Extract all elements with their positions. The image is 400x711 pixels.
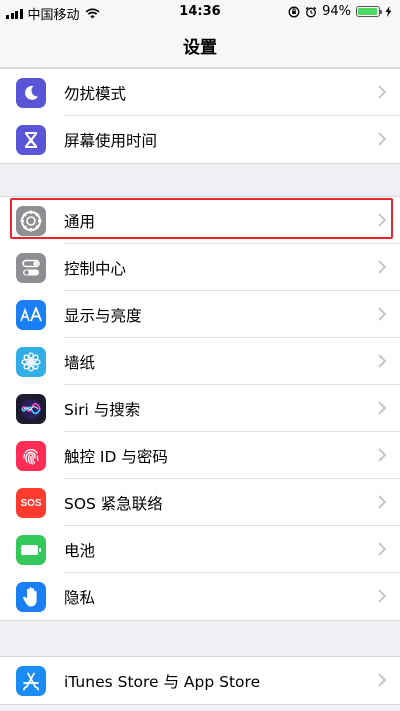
chevron-right-icon (378, 132, 386, 146)
app-store-icon (16, 666, 46, 696)
settings-item-touch-id-passcode[interactable]: 触控 ID 与密码 (0, 432, 400, 479)
hourglass-icon (16, 125, 46, 155)
settings-group-focus: 勿扰模式 屏幕使用时间 (0, 68, 400, 164)
navigation-bar: 设置 (0, 24, 400, 68)
settings-item-label: SOS 紧急联络 (64, 494, 163, 513)
settings-item-label: 电池 (64, 541, 96, 560)
settings-item-label: 勿扰模式 (64, 84, 127, 103)
status-right: 94% (288, 4, 392, 19)
chevron-right-icon (378, 85, 386, 99)
chevron-right-icon (378, 673, 386, 687)
chevron-right-icon (378, 589, 386, 603)
settings-item-label: iTunes Store 与 App Store (64, 672, 261, 691)
sos-icon: SOS (16, 488, 46, 518)
orientation-lock-icon (288, 6, 300, 17)
flower-icon (16, 347, 46, 377)
settings-item-control-center[interactable]: 控制中心 (0, 244, 400, 291)
settings-item-label: 隐私 (64, 588, 96, 607)
sos-icon-text: SOS (20, 497, 42, 509)
settings-item-label: 显示与亮度 (64, 306, 142, 325)
battery-icon (16, 535, 46, 565)
alarm-icon (305, 6, 317, 17)
settings-item-emergency-sos[interactable]: SOS SOS 紧急联络 (0, 479, 400, 526)
chevron-right-icon (378, 260, 386, 274)
settings-item-label: 控制中心 (64, 259, 127, 278)
settings-item-label: Siri 与搜索 (64, 400, 141, 419)
chevron-right-icon (378, 307, 386, 321)
chevron-right-icon (378, 542, 386, 556)
siri-icon (16, 394, 46, 424)
battery-percent: 94% (322, 4, 351, 19)
fingerprint-icon (16, 441, 46, 471)
settings-item-display-brightness[interactable]: 显示与亮度 (0, 291, 400, 338)
hand-icon (16, 582, 46, 612)
settings-item-siri-search[interactable]: Siri 与搜索 (0, 385, 400, 432)
settings-item-battery[interactable]: 电池 (0, 526, 400, 573)
settings-item-label: 屏幕使用时间 (64, 131, 158, 150)
settings-item-label: 触控 ID 与密码 (64, 447, 168, 466)
highlight-box-general (10, 198, 393, 239)
chevron-right-icon (378, 495, 386, 509)
charging-bolt-icon (385, 6, 392, 17)
settings-item-do-not-disturb[interactable]: 勿扰模式 (0, 69, 400, 116)
settings-item-screen-time[interactable]: 屏幕使用时间 (0, 116, 400, 163)
toggle-switches-icon (16, 253, 46, 283)
page-title: 设置 (183, 38, 217, 58)
chevron-right-icon (378, 448, 386, 462)
battery-indicator-icon (356, 6, 382, 17)
settings-item-wallpaper[interactable]: 墙纸 (0, 338, 400, 385)
status-bar: 中国移动 14:36 94% (0, 0, 400, 24)
chevron-right-icon (378, 354, 386, 368)
settings-group-stores: iTunes Store 与 App Store (0, 656, 400, 705)
settings-item-privacy[interactable]: 隐私 (0, 573, 400, 620)
moon-icon (16, 78, 46, 108)
battery-fill (358, 8, 377, 15)
settings-item-itunes-app-store[interactable]: iTunes Store 与 App Store (0, 657, 400, 704)
settings-group-main: 通用 控制中心 显示与亮度 墙纸 Siri 与搜索 触控 ID 与密码 SOS … (0, 196, 400, 621)
settings-item-label: 墙纸 (64, 353, 96, 372)
chevron-right-icon (378, 401, 386, 415)
text-size-icon (16, 300, 46, 330)
